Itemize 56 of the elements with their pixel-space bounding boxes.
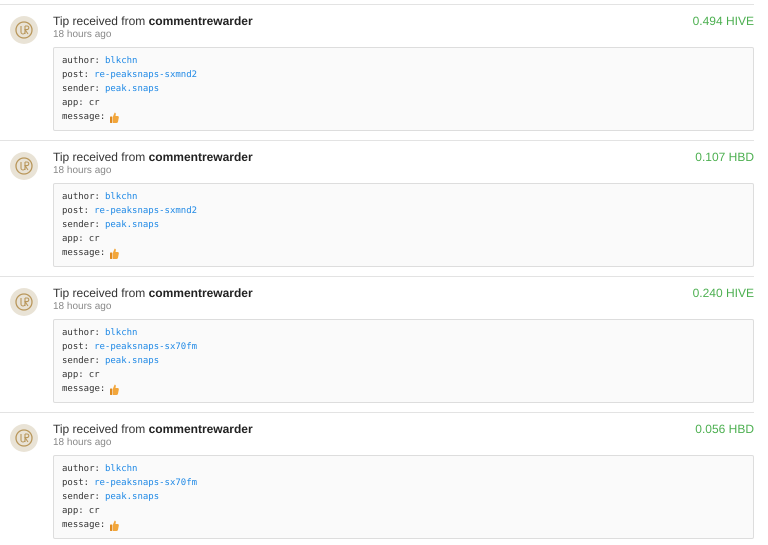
field-label: message: — [62, 111, 106, 124]
avatar-icon — [10, 288, 38, 316]
tip-amount: 0.056 HBD — [695, 422, 754, 438]
tip-title: Tip received from commentrewarder — [53, 286, 253, 300]
field-label: author: — [62, 463, 100, 476]
field-label: sender: — [62, 83, 100, 96]
tip-title: Tip received from commentrewarder — [53, 422, 253, 436]
thumbs-up-icon — [110, 248, 120, 258]
field-label: app: — [62, 369, 84, 382]
field-label: post: — [62, 477, 90, 490]
field-value: cr — [88, 369, 100, 382]
tip-title: Tip received from commentrewarder — [53, 150, 253, 164]
field-label: author: — [62, 191, 100, 204]
timestamp: 18 hours ago — [53, 437, 112, 449]
field-label: sender: — [62, 219, 100, 232]
field-value: cr — [88, 97, 100, 110]
field-label: post: — [62, 205, 90, 218]
field-label: post: — [62, 69, 90, 82]
field-link[interactable]: re-peaksnaps-sxmnd2 — [94, 68, 198, 82]
tip-amount: 0.107 HBD — [695, 150, 754, 166]
field-label: message: — [62, 383, 106, 396]
field-link[interactable]: blkchn — [104, 54, 138, 68]
avatar-icon — [10, 152, 38, 180]
thumbs-up-icon — [110, 384, 120, 394]
field-value: cr — [88, 233, 100, 246]
thumbs-up-icon — [110, 112, 120, 122]
field-label: author: — [62, 327, 100, 340]
field-link[interactable]: re-peaksnaps-sx70fm — [94, 476, 198, 490]
field-label: app: — [62, 97, 84, 110]
tip-amount: 0.494 HIVE — [692, 14, 754, 30]
field-value: cr — [88, 505, 100, 518]
field-link[interactable]: blkchn — [104, 190, 138, 204]
timestamp: 18 hours ago — [53, 301, 112, 313]
thumbs-up-icon — [110, 520, 120, 530]
field-label: app: — [62, 505, 84, 518]
field-link[interactable]: re-peaksnaps-sx70fm — [94, 340, 198, 354]
tip-title: Tip received from commentrewarder — [53, 14, 253, 28]
field-label: message: — [62, 247, 106, 260]
field-link[interactable]: peak.snaps — [104, 218, 160, 232]
avatar-icon — [10, 424, 38, 452]
field-label: post: — [62, 341, 90, 354]
field-link[interactable]: peak.snaps — [104, 354, 160, 368]
field-link[interactable]: blkchn — [104, 462, 138, 476]
field-link[interactable]: peak.snaps — [104, 490, 160, 504]
field-label: sender: — [62, 491, 100, 504]
field-label: message: — [62, 519, 106, 532]
timestamp: 18 hours ago — [53, 29, 112, 41]
tip-amount: 0.240 HIVE — [692, 286, 754, 302]
field-label: author: — [62, 55, 100, 68]
field-link[interactable]: peak.snaps — [104, 82, 160, 96]
field-label: sender: — [62, 355, 100, 368]
field-label: app: — [62, 233, 84, 246]
field-link[interactable]: blkchn — [104, 326, 138, 340]
timestamp: 18 hours ago — [53, 165, 112, 177]
avatar-icon — [10, 16, 38, 44]
field-link[interactable]: re-peaksnaps-sxmnd2 — [94, 204, 198, 218]
